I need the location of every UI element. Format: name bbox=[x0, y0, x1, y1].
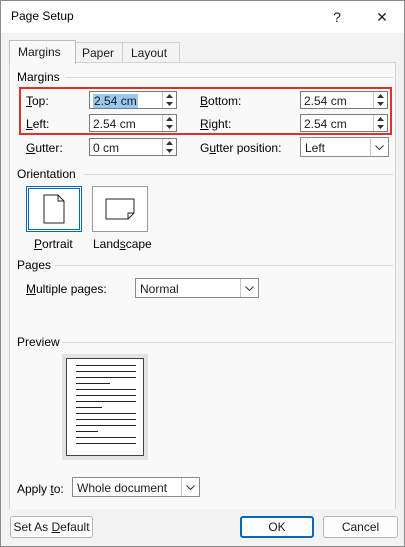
right-label: Right: bbox=[200, 117, 232, 131]
preview-separator bbox=[62, 342, 393, 343]
chevron-down-icon[interactable] bbox=[181, 478, 199, 496]
left-margin-spinner[interactable]: 2.54 cm bbox=[89, 114, 177, 132]
orientation-section-label: Orientation bbox=[17, 167, 76, 181]
help-button[interactable]: ? bbox=[317, 1, 357, 33]
gutter-spinner[interactable]: 0 cm bbox=[89, 138, 177, 156]
chevron-down-icon[interactable] bbox=[240, 279, 258, 297]
preview-page-sheet bbox=[66, 358, 144, 456]
preview-text-line bbox=[76, 365, 136, 366]
ok-button[interactable]: OK bbox=[240, 516, 314, 538]
title-bar: Page Setup ? ✕ bbox=[1, 1, 404, 33]
portrait-page-icon bbox=[43, 194, 65, 224]
spin-down-icon[interactable] bbox=[163, 123, 176, 131]
preview-text-line bbox=[76, 407, 102, 408]
spin-up-icon[interactable] bbox=[163, 115, 176, 123]
multiple-pages-select[interactable]: Normal bbox=[135, 278, 259, 298]
left-margin-value[interactable]: 2.54 cm bbox=[93, 117, 136, 131]
pages-separator bbox=[54, 265, 393, 266]
spin-down-icon[interactable] bbox=[374, 100, 387, 108]
apply-to-value: Whole document bbox=[77, 481, 168, 495]
margins-separator bbox=[65, 77, 393, 78]
preview-text-line bbox=[76, 371, 136, 372]
cancel-button[interactable]: Cancel bbox=[323, 516, 398, 538]
preview-text-line bbox=[76, 425, 136, 426]
gutter-label: Gutter: bbox=[26, 141, 63, 155]
portrait-button[interactable] bbox=[26, 186, 82, 232]
preview-text-line bbox=[76, 383, 110, 384]
gutter-position-label: Gutter position: bbox=[200, 141, 282, 155]
tab-layout[interactable]: Layout bbox=[122, 42, 180, 63]
bottom-label: Bottom: bbox=[200, 94, 242, 108]
set-as-default-button[interactable]: Set As Default bbox=[10, 516, 93, 538]
gutter-position-select[interactable]: Left bbox=[300, 137, 389, 157]
tab-paper[interactable]: Paper bbox=[73, 42, 128, 63]
landscape-button[interactable] bbox=[92, 186, 148, 232]
spin-up-icon[interactable] bbox=[374, 115, 387, 123]
spin-up-icon[interactable] bbox=[163, 92, 176, 100]
page-setup-dialog: Page Setup ? ✕ Margins Paper Layout Marg… bbox=[0, 0, 405, 547]
pages-section-label: Pages bbox=[17, 258, 52, 272]
spin-down-icon[interactable] bbox=[163, 147, 176, 155]
landscape-label: Landscape bbox=[93, 237, 152, 251]
margins-section-label: Margins bbox=[17, 70, 60, 84]
preview-text-line bbox=[76, 443, 136, 444]
preview-text-line bbox=[76, 437, 136, 438]
top-margin-value[interactable]: 2.54 cm bbox=[93, 94, 138, 108]
close-button[interactable]: ✕ bbox=[362, 1, 402, 33]
preview-text-line bbox=[76, 377, 136, 378]
bottom-margin-value[interactable]: 2.54 cm bbox=[304, 94, 347, 108]
tab-margins[interactable]: Margins bbox=[9, 40, 76, 64]
right-margin-value[interactable]: 2.54 cm bbox=[304, 117, 347, 131]
page-preview bbox=[62, 354, 148, 460]
spin-down-icon[interactable] bbox=[374, 123, 387, 131]
spin-down-icon[interactable] bbox=[163, 100, 176, 108]
multiple-pages-label: Multiple pages: bbox=[26, 282, 107, 296]
spin-up-icon[interactable] bbox=[374, 92, 387, 100]
orientation-separator bbox=[84, 174, 393, 175]
preview-text-line bbox=[76, 431, 98, 432]
preview-text-line bbox=[76, 401, 136, 402]
top-margin-spinner[interactable]: 2.54 cm bbox=[89, 91, 177, 109]
preview-text-line bbox=[76, 413, 136, 414]
gutter-value[interactable]: 0 cm bbox=[93, 141, 119, 155]
left-label: Left: bbox=[26, 117, 50, 131]
spin-up-icon[interactable] bbox=[163, 139, 176, 147]
preview-section-label: Preview bbox=[17, 335, 60, 349]
gutter-position-value: Left bbox=[305, 141, 326, 155]
landscape-page-icon bbox=[105, 198, 135, 220]
top-label: Top: bbox=[26, 94, 49, 108]
multiple-pages-value: Normal bbox=[140, 282, 179, 296]
right-margin-spinner[interactable]: 2.54 cm bbox=[300, 114, 388, 132]
apply-to-select[interactable]: Whole document bbox=[72, 477, 200, 497]
chevron-down-icon[interactable] bbox=[370, 138, 388, 156]
dialog-title: Page Setup bbox=[11, 9, 74, 23]
portrait-label: Portrait bbox=[34, 237, 73, 251]
preview-text-line bbox=[76, 389, 136, 390]
apply-to-label: Apply to: bbox=[17, 482, 64, 496]
bottom-margin-spinner[interactable]: 2.54 cm bbox=[300, 91, 388, 109]
preview-text-line bbox=[76, 395, 136, 396]
preview-text-line bbox=[76, 419, 136, 420]
